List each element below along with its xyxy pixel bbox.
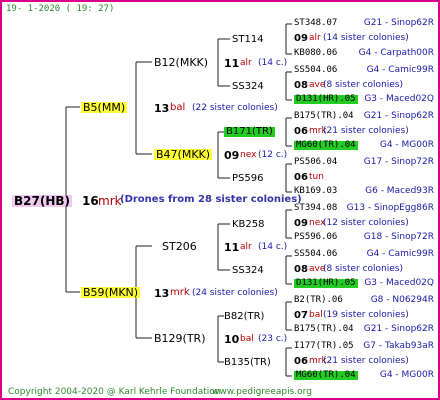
gen3-sisters: (14 c.): [258, 242, 288, 252]
gen4-breeder-ref[interactable]: G3 - Maced02Q: [364, 279, 434, 288]
gen4-num: 08: [294, 264, 308, 275]
gen4-queen: ST394.08: [294, 203, 338, 213]
gen1-race: mrk: [170, 287, 190, 298]
gen2-num: 09: [224, 149, 240, 162]
gen4-breeder-ref[interactable]: G6 - Maced93R: [365, 187, 434, 196]
gen2-num: 10: [224, 333, 240, 346]
gen3-num: 11: [224, 241, 240, 254]
gen4-breeder-ref[interactable]: G4 - MG00R: [380, 141, 434, 150]
gen2-queen: B47(MKK): [154, 148, 213, 161]
gen3-race: alr: [240, 58, 252, 68]
gen4-breeder-ref[interactable]: G4 - MG00R: [380, 371, 434, 380]
root-race: mrk: [98, 194, 122, 208]
gen4-sisters: (12 sister colonies): [323, 218, 409, 228]
gen2-queen: B129(TR): [154, 332, 206, 345]
gen3-queen: SS324: [232, 265, 264, 276]
gen3-queen: ST114: [232, 34, 264, 45]
gen1-queen: B59(MKN): [81, 286, 141, 299]
gen3-queen: KB258: [232, 219, 265, 230]
gen1-sisters: (22 sister colonies): [192, 103, 278, 113]
gen2-race: nex: [240, 150, 257, 160]
gen4-breeder-ref[interactable]: G4 - Camic99R: [367, 66, 434, 75]
gen4-num: 09: [294, 218, 308, 229]
gen3-queen: PS596: [232, 173, 264, 184]
gen4-race: bal: [309, 310, 323, 320]
gen4-breeder-ref[interactable]: G21 - Sinop62R: [364, 112, 434, 121]
gen3-queen: SS324: [232, 81, 264, 92]
gen4-breeder-ref[interactable]: G18 - Sinop72R: [364, 233, 434, 242]
gen4-queen: B175(TR).04: [294, 111, 354, 121]
gen4-breeder-ref[interactable]: G4 - Carpath00R: [359, 49, 434, 58]
gen4-queen: PS596.06: [294, 232, 338, 242]
gen3-sisters: (14 c.): [258, 58, 288, 68]
gen4-queen: SS504.06: [294, 65, 338, 75]
date-stamp: 19- 1-2020 ( 19: 27): [6, 4, 115, 14]
footer-copyright: Copyright 2004-2020 @ Karl Kehrle Founda…: [8, 387, 221, 397]
gen4-queen: MG60(TR).04: [294, 370, 358, 380]
gen2-sisters: (23 c.): [258, 334, 288, 344]
gen4-queen: D131(HR).05: [294, 94, 358, 104]
gen4-breeder-ref[interactable]: G3 - Maced02Q: [364, 95, 434, 104]
gen3-num: 11: [224, 57, 240, 70]
gen4-breeder-ref[interactable]: G7 - Takab93aR: [363, 342, 434, 351]
gen1-num: 13: [154, 287, 170, 300]
gen4-queen: PS506.04: [294, 157, 338, 167]
gen2-queen: B12(MKK): [154, 56, 209, 69]
gen4-queen: ST348.07: [294, 18, 338, 28]
gen4-breeder-ref[interactable]: G8 - N06294R: [371, 296, 434, 305]
gen4-sisters: (19 sister colonies): [323, 310, 409, 320]
gen4-num: 09: [294, 33, 308, 44]
gen4-breeder-ref[interactable]: G4 - Camic99R: [367, 250, 434, 259]
root-note: (Drones from 28 sister colonies): [120, 194, 302, 205]
gen4-queen: KB169.03: [294, 186, 338, 196]
gen4-num: 06: [294, 356, 308, 367]
gen4-breeder-ref[interactable]: G21 - Sinop62R: [364, 325, 434, 334]
footer-site[interactable]: www.pedigreeapis.org: [212, 388, 312, 397]
root-num: 16: [82, 194, 99, 208]
gen4-queen: SS504.06: [294, 249, 338, 259]
gen3-race: alr: [240, 242, 252, 252]
gen4-breeder-ref[interactable]: G21 - Sinop62R: [364, 19, 434, 28]
gen2-sisters: (12 c.): [258, 150, 288, 160]
gen3-queen: B171(TR): [224, 126, 275, 137]
gen3-queen: B135(TR): [224, 357, 271, 368]
gen4-queen: B2(TR).06: [294, 295, 343, 305]
gen4-sisters: (21 sister colonies): [323, 126, 409, 136]
gen1-num: 13: [154, 102, 170, 115]
root-queen: B27(HB): [12, 194, 73, 208]
gen1-sisters: (24 sister colonies): [192, 288, 278, 298]
gen4-sisters: (8 sister colonies): [323, 80, 404, 90]
gen4-sisters: (8 sister colonies): [323, 264, 404, 274]
gen1-race: bal: [170, 102, 186, 113]
gen4-sisters: (14 sister colonies): [323, 33, 409, 43]
gen4-queen: KB080.06: [294, 48, 338, 58]
gen4-race: tun: [309, 172, 324, 182]
gen4-race: alr: [309, 33, 321, 43]
gen4-queen: MG60(TR).04: [294, 140, 358, 150]
gen4-num: 06: [294, 126, 308, 137]
gen4-num: 07: [294, 310, 308, 321]
gen4-queen: I177(TR).05: [294, 341, 354, 351]
gen2-race: bal: [240, 334, 254, 344]
gen4-queen: D131(HR).05: [294, 278, 358, 288]
pedigree-frame: 19- 1-2020 ( 19: 27) B27(HB) 16 mrk (Dro…: [0, 0, 440, 400]
gen4-num: 06: [294, 172, 308, 183]
gen4-breeder-ref[interactable]: G13 - SinopEgg86R: [347, 204, 434, 213]
gen3-queen: B82(TR): [224, 311, 265, 322]
gen1-queen: B5(MM): [81, 101, 128, 114]
gen4-num: 08: [294, 80, 308, 91]
gen4-breeder-ref[interactable]: G17 - Sinop72R: [364, 158, 434, 167]
gen4-sisters: (21 sister colonies): [323, 356, 409, 366]
gen2-queen: ST206: [162, 240, 197, 253]
gen4-queen: B175(TR).04: [294, 324, 354, 334]
